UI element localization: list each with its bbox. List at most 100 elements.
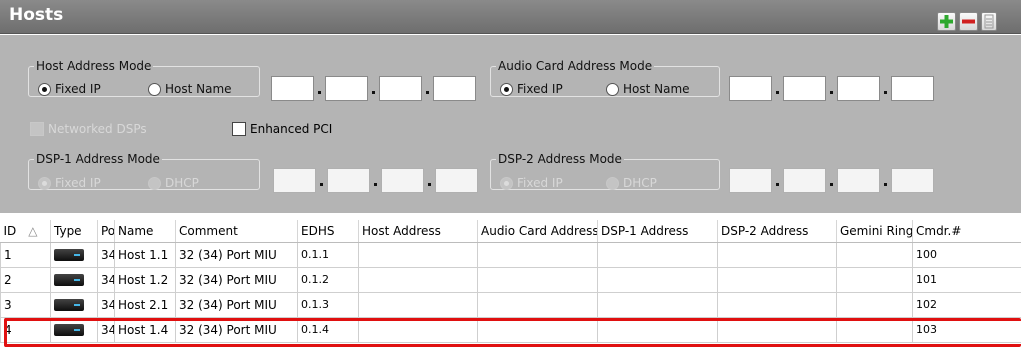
cell-type[interactable]: [50, 291, 98, 318]
column-header-dsp1-address[interactable]: DSP-1 Address: [597, 220, 718, 243]
networked-dsps-checkbox[interactable]: Networked DSPs: [30, 122, 147, 136]
cell-audio-card-address[interactable]: [477, 291, 598, 318]
column-header-dsp2-address[interactable]: DSP-2 Address: [717, 220, 837, 243]
cell-dsp2-address[interactable]: [717, 316, 837, 343]
cell-host-address[interactable]: [358, 241, 478, 268]
dsp1-dhcp-radio[interactable]: DHCP: [148, 176, 199, 190]
cell-edhs[interactable]: 0.1.1: [297, 241, 359, 268]
host-address-mode-legend: Host Address Mode: [36, 59, 152, 73]
column-header-id[interactable]: ID △: [0, 220, 51, 243]
host-ip-octet-4[interactable]: [433, 76, 476, 101]
audio-ip-octet-3[interactable]: [837, 76, 880, 101]
cell-cmdr[interactable]: 100: [912, 241, 1021, 268]
cell-dsp1-address[interactable]: [597, 291, 718, 318]
column-header-host-address[interactable]: Host Address: [358, 220, 478, 243]
dsp2-fixed-ip-radio[interactable]: Fixed IP: [500, 176, 563, 190]
cell-edhs[interactable]: 0.1.3: [297, 291, 359, 318]
dsp2-ip-octet-4[interactable]: [891, 168, 934, 193]
cell-id[interactable]: 1: [0, 241, 51, 268]
cell-edhs[interactable]: 0.1.2: [297, 266, 359, 293]
table-row[interactable]: 3 34 Host 2.1 32 (34) Port MIU 0.1.3 102: [0, 291, 1021, 318]
audio-host-name-radio[interactable]: Host Name: [606, 82, 690, 96]
cell-audio-card-address[interactable]: [477, 266, 598, 293]
host-device-icon: [54, 274, 84, 286]
cell-id[interactable]: 4: [0, 316, 51, 343]
dsp1-address-mode-legend: DSP-1 Address Mode: [36, 152, 160, 166]
column-header-edhs[interactable]: EDHS: [297, 220, 359, 243]
cell-port[interactable]: 34: [97, 316, 115, 343]
cell-comment[interactable]: 32 (34) Port MIU: [175, 291, 298, 318]
cell-comment[interactable]: 32 (34) Port MIU: [175, 266, 298, 293]
host-fixed-ip-radio[interactable]: Fixed IP: [38, 82, 101, 96]
dsp1-ip-octet-4[interactable]: [435, 168, 478, 193]
column-header-port[interactable]: Por: [97, 220, 115, 243]
options-button[interactable]: [981, 12, 997, 31]
dsp2-ip-octet-1[interactable]: [729, 168, 772, 193]
dsp1-ip-octet-3[interactable]: [381, 168, 424, 193]
cell-name[interactable]: Host 1.2: [114, 266, 176, 293]
cell-dsp2-address[interactable]: [717, 241, 837, 268]
plus-icon: [940, 15, 953, 28]
cell-host-address[interactable]: [358, 291, 478, 318]
cell-type[interactable]: [50, 316, 98, 343]
column-header-name[interactable]: Name: [114, 220, 176, 243]
column-header-type[interactable]: Type: [50, 220, 98, 243]
cell-audio-card-address[interactable]: [477, 241, 598, 268]
cell-type[interactable]: [50, 241, 98, 268]
cell-id[interactable]: 3: [0, 291, 51, 318]
cell-dsp1-address[interactable]: [597, 266, 718, 293]
cell-cmdr[interactable]: 103: [912, 316, 1021, 343]
remove-button[interactable]: [959, 12, 978, 31]
audio-ip-octet-4[interactable]: [891, 76, 934, 101]
dsp2-ip-octet-2[interactable]: [783, 168, 826, 193]
cell-audio-card-address[interactable]: [477, 316, 598, 343]
audio-ip-octet-1[interactable]: [729, 76, 772, 101]
cell-gemini-ring[interactable]: [836, 266, 913, 293]
dsp1-fixed-ip-radio[interactable]: Fixed IP: [38, 176, 101, 190]
column-header-audio-card-address[interactable]: Audio Card Address: [477, 220, 598, 243]
cell-host-address[interactable]: [358, 266, 478, 293]
column-header-cmdr[interactable]: Cmdr.#: [912, 220, 1021, 243]
cell-dsp2-address[interactable]: [717, 291, 837, 318]
add-button[interactable]: [937, 12, 956, 31]
column-header-comment[interactable]: Comment: [175, 220, 298, 243]
cell-dsp2-address[interactable]: [717, 266, 837, 293]
host-ip-octet-2[interactable]: [325, 76, 368, 101]
cell-dsp1-address[interactable]: [597, 316, 718, 343]
cell-port[interactable]: 34: [97, 266, 115, 293]
dsp2-ip-octet-3[interactable]: [837, 168, 880, 193]
table-row[interactable]: 1 34 Host 1.1 32 (34) Port MIU 0.1.1 100: [0, 241, 1021, 268]
audio-fixed-ip-radio[interactable]: Fixed IP: [500, 82, 563, 96]
cell-port[interactable]: 34: [97, 291, 115, 318]
cell-dsp1-address[interactable]: [597, 241, 718, 268]
cell-edhs[interactable]: 0.1.4: [297, 316, 359, 343]
cell-port[interactable]: 34: [97, 241, 115, 268]
table-row[interactable]: 2 34 Host 1.2 32 (34) Port MIU 0.1.2 101: [0, 266, 1021, 293]
cell-name[interactable]: Host 1.4: [114, 316, 176, 343]
cell-id[interactable]: 2: [0, 266, 51, 293]
cell-type[interactable]: [50, 266, 98, 293]
cell-name[interactable]: Host 1.1: [114, 241, 176, 268]
cell-comment[interactable]: 32 (34) Port MIU: [175, 316, 298, 343]
minus-icon: [962, 19, 975, 24]
cell-name[interactable]: Host 2.1: [114, 291, 176, 318]
cell-comment[interactable]: 32 (34) Port MIU: [175, 241, 298, 268]
cell-gemini-ring[interactable]: [836, 291, 913, 318]
cell-cmdr[interactable]: 101: [912, 266, 1021, 293]
cell-gemini-ring[interactable]: [836, 241, 913, 268]
cell-host-address[interactable]: [358, 316, 478, 343]
table-row-selected[interactable]: 4 34 Host 1.4 32 (34) Port MIU 0.1.4 103: [0, 316, 1021, 343]
enhanced-pci-checkbox[interactable]: Enhanced PCI: [232, 122, 332, 136]
host-name-radio[interactable]: Host Name: [148, 82, 232, 96]
column-header-gemini-ring[interactable]: Gemini Ring: [836, 220, 913, 243]
audio-ip-octet-2[interactable]: [783, 76, 826, 101]
title-bar: Hosts: [0, 0, 1021, 34]
dsp2-dhcp-radio[interactable]: DHCP: [606, 176, 657, 190]
host-ip-octet-3[interactable]: [379, 76, 422, 101]
dsp1-ip-octet-1[interactable]: [273, 168, 316, 193]
host-ip-octet-1[interactable]: [271, 76, 314, 101]
cell-cmdr[interactable]: 102: [912, 291, 1021, 318]
cell-gemini-ring[interactable]: [836, 316, 913, 343]
host-device-icon: [54, 299, 84, 311]
dsp1-ip-octet-2[interactable]: [327, 168, 370, 193]
